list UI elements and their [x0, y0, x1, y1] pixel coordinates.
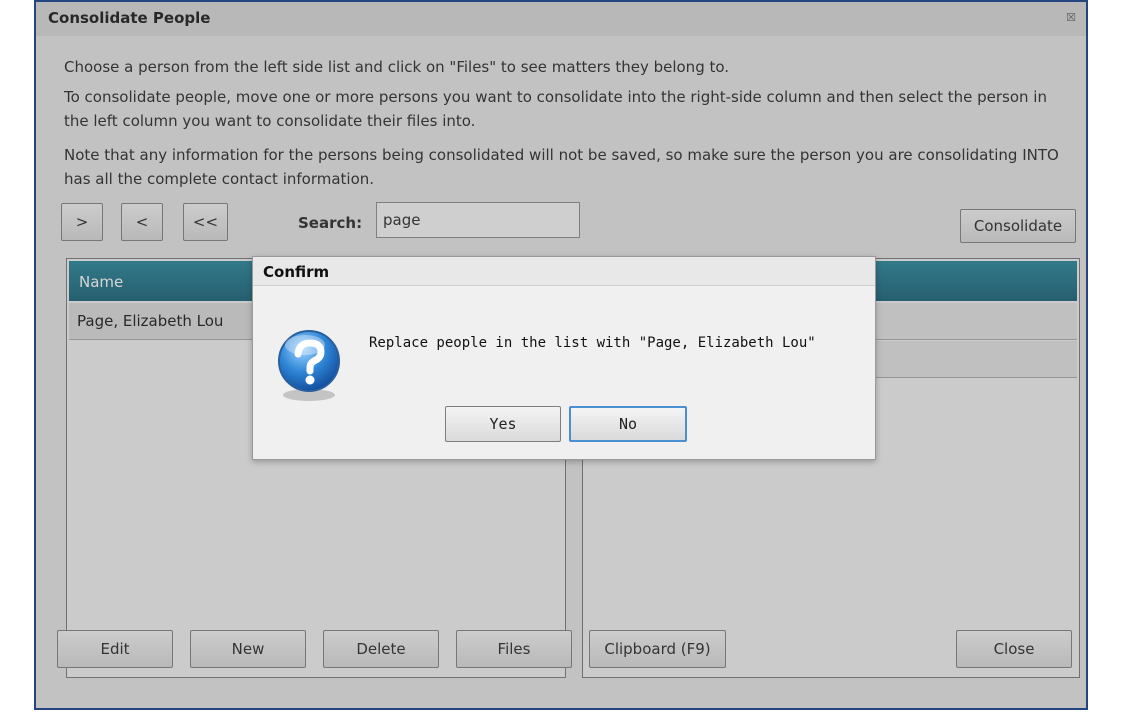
dialog-title: Confirm: [263, 263, 330, 281]
no-button[interactable]: No: [569, 406, 687, 442]
dialog-titlebar: Confirm: [253, 257, 875, 286]
dialog-message: Replace people in the list with "Page, E…: [369, 335, 816, 351]
yes-button[interactable]: Yes: [445, 406, 561, 442]
confirm-dialog: Confirm Replace people in the list with …: [252, 256, 876, 460]
question-icon: [278, 330, 340, 401]
